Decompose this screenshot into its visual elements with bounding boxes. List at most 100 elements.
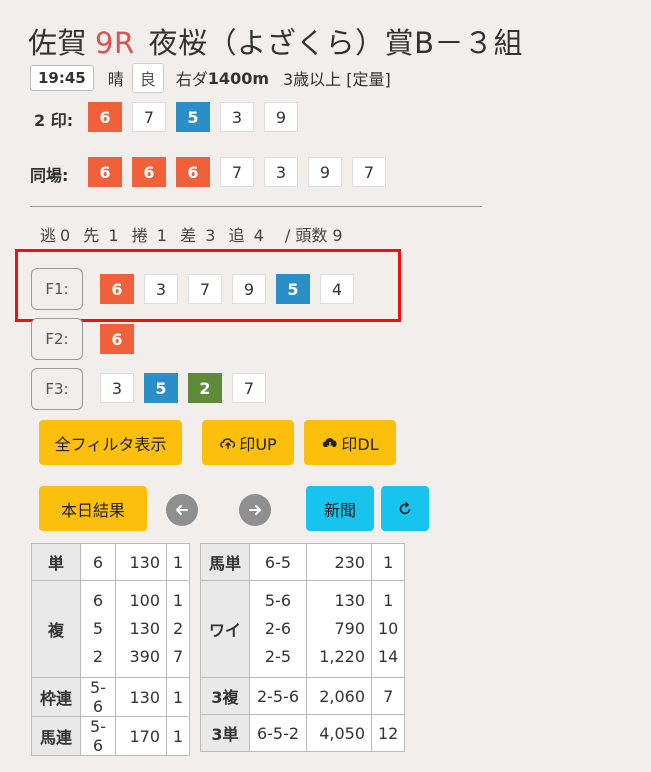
bet-type-label: ワイ <box>200 580 250 678</box>
head-count: / 頭数 9 <box>284 226 343 245</box>
popularity: 127 <box>165 580 191 678</box>
bet-type-label: 馬連 <box>31 716 81 756</box>
track-condition: 良 <box>131 63 164 93</box>
table-row: 3単 6-5-2 4,050 12 <box>200 714 406 752</box>
refresh-button[interactable] <box>381 486 429 531</box>
bet-type-label: 単 <box>31 543 81 581</box>
mark-number-4: 3 <box>220 102 254 132</box>
download-marks-button[interactable]: 印DL <box>304 420 396 465</box>
age-class: 3歳以上 [定量] <box>283 70 391 89</box>
course-direction: 右ダ <box>175 70 208 89</box>
mark-number-1: 6 <box>88 102 122 132</box>
filter-3-number-1: 3 <box>100 373 134 403</box>
table-row: ワイ 5-6 2-6 2-5 130 790 1,220 1 10 14 <box>200 580 406 678</box>
popularity: 12 <box>370 714 406 752</box>
combo: 5-6 2-6 2-5 <box>249 580 307 678</box>
show-all-filters-button[interactable]: 全フィルタ表示 <box>39 420 182 465</box>
payout: 100 130 390 <box>115 580 167 678</box>
combo: 2-5-6 <box>249 677 307 715</box>
payout-table-right: 馬単 6-5 230 1 ワイ 5-6 2-6 2-5 130 790 1,220 11… <box>200 543 406 752</box>
marks-label: 2 印: <box>34 111 74 130</box>
tactic-oi: 追 4 <box>228 226 264 245</box>
filter-2-row: 6 <box>100 324 134 354</box>
payout: 170 <box>115 716 167 756</box>
filter-3-number-2: 5 <box>144 373 178 403</box>
table-row: 3複 2-5-6 2,060 7 <box>200 677 406 715</box>
same-track-row: 6667397 <box>88 157 386 187</box>
distance: 1400m <box>207 68 269 88</box>
race-info: 19:45 晴 良 右ダ 1400m 3歳以上 [定量] <box>30 63 391 93</box>
mark-number-2: 7 <box>132 102 166 132</box>
filter-3-row: 3527 <box>100 373 266 403</box>
same-track-number-1: 6 <box>88 157 122 187</box>
same-track-number-5: 3 <box>264 157 298 187</box>
upload-marks-button[interactable]: 印UP <box>202 420 294 465</box>
payout: 130 790 1,220 <box>306 580 372 678</box>
filter-3-number-4: 7 <box>232 373 266 403</box>
same-track-number-2: 6 <box>132 157 166 187</box>
tactics-summary: 逃0 先 1 捲 1 差 3 追 4 / 頭数 9 <box>40 222 347 246</box>
payout-table-left: 単 6 130 1 複 652 100 130 390 127 枠連 5-6 130… <box>31 543 191 756</box>
cloud-download-icon <box>323 437 338 449</box>
payout: 130 <box>115 543 167 581</box>
filter-3-number-3: 2 <box>188 373 222 403</box>
same-track-number-4: 7 <box>220 157 254 187</box>
payout: 230 <box>306 543 372 581</box>
race-name: 夜桜（よざくら）賞B－３組 <box>148 26 524 60</box>
arrow-right-icon <box>249 505 261 515</box>
table-row: 複 652 100 130 390 127 <box>31 580 191 678</box>
cloud-upload-icon <box>220 437 236 449</box>
bet-type-label: 3複 <box>200 677 250 715</box>
highlight-frame <box>15 249 401 322</box>
filter-2-number-1: 6 <box>100 324 134 354</box>
divider <box>30 206 482 207</box>
same-track-label: 同場: <box>30 166 69 185</box>
tactic-nige: 逃0 <box>40 226 71 245</box>
popularity: 7 <box>370 677 406 715</box>
upload-marks-label: 印UP <box>239 434 277 454</box>
tactic-sashi: 差 3 <box>180 226 216 245</box>
payout: 130 <box>115 677 167 717</box>
mark-number-5: 9 <box>264 102 298 132</box>
bet-type-label: 複 <box>31 580 81 678</box>
same-track-number-6: 9 <box>308 157 342 187</box>
bet-type-label: 馬単 <box>200 543 250 581</box>
newspaper-button[interactable]: 新聞 <box>306 486 374 531</box>
combo: 5-6 <box>80 677 116 717</box>
payout: 2,060 <box>306 677 372 715</box>
combo: 6-5 <box>249 543 307 581</box>
refresh-icon <box>399 501 411 514</box>
popularity: 1 <box>370 543 406 581</box>
marks-row: 67539 <box>88 102 298 132</box>
race-title: 佐賀 9R 夜桜（よざくら）賞B－３組 <box>28 20 523 62</box>
popularity: 1 <box>165 677 191 717</box>
post-time: 19:45 <box>30 65 94 91</box>
combo: 6 <box>80 543 116 581</box>
payout: 4,050 <box>306 714 372 752</box>
mark-number-3: 5 <box>176 102 210 132</box>
next-race-button[interactable] <box>239 494 271 526</box>
previous-race-button[interactable] <box>166 494 198 526</box>
popularity: 1 <box>165 716 191 756</box>
today-results-button[interactable]: 本日結果 <box>39 486 147 531</box>
race-number: 9R <box>95 26 135 60</box>
bet-type-label: 枠連 <box>31 677 81 717</box>
download-marks-label: 印DL <box>341 434 379 454</box>
table-row: 単 6 130 1 <box>31 543 191 581</box>
tactic-sen: 先 1 <box>83 226 119 245</box>
combo: 6-5-2 <box>249 714 307 752</box>
same-track-number-3: 6 <box>176 157 210 187</box>
filter-3-button[interactable]: F3: <box>31 368 83 410</box>
popularity: 1 10 14 <box>370 580 406 678</box>
popularity: 1 <box>165 543 191 581</box>
weather: 晴 <box>107 70 124 89</box>
venue: 佐賀 <box>28 26 88 60</box>
table-row: 枠連 5-6 130 1 <box>31 677 191 717</box>
tactic-makuri: 捲 1 <box>131 226 167 245</box>
bet-type-label: 3単 <box>200 714 250 752</box>
same-track-number-7: 7 <box>352 157 386 187</box>
filter-2-button[interactable]: F2: <box>31 318 83 360</box>
table-row: 馬単 6-5 230 1 <box>200 543 406 581</box>
combo: 5-6 <box>80 716 116 756</box>
combo: 652 <box>80 580 116 678</box>
